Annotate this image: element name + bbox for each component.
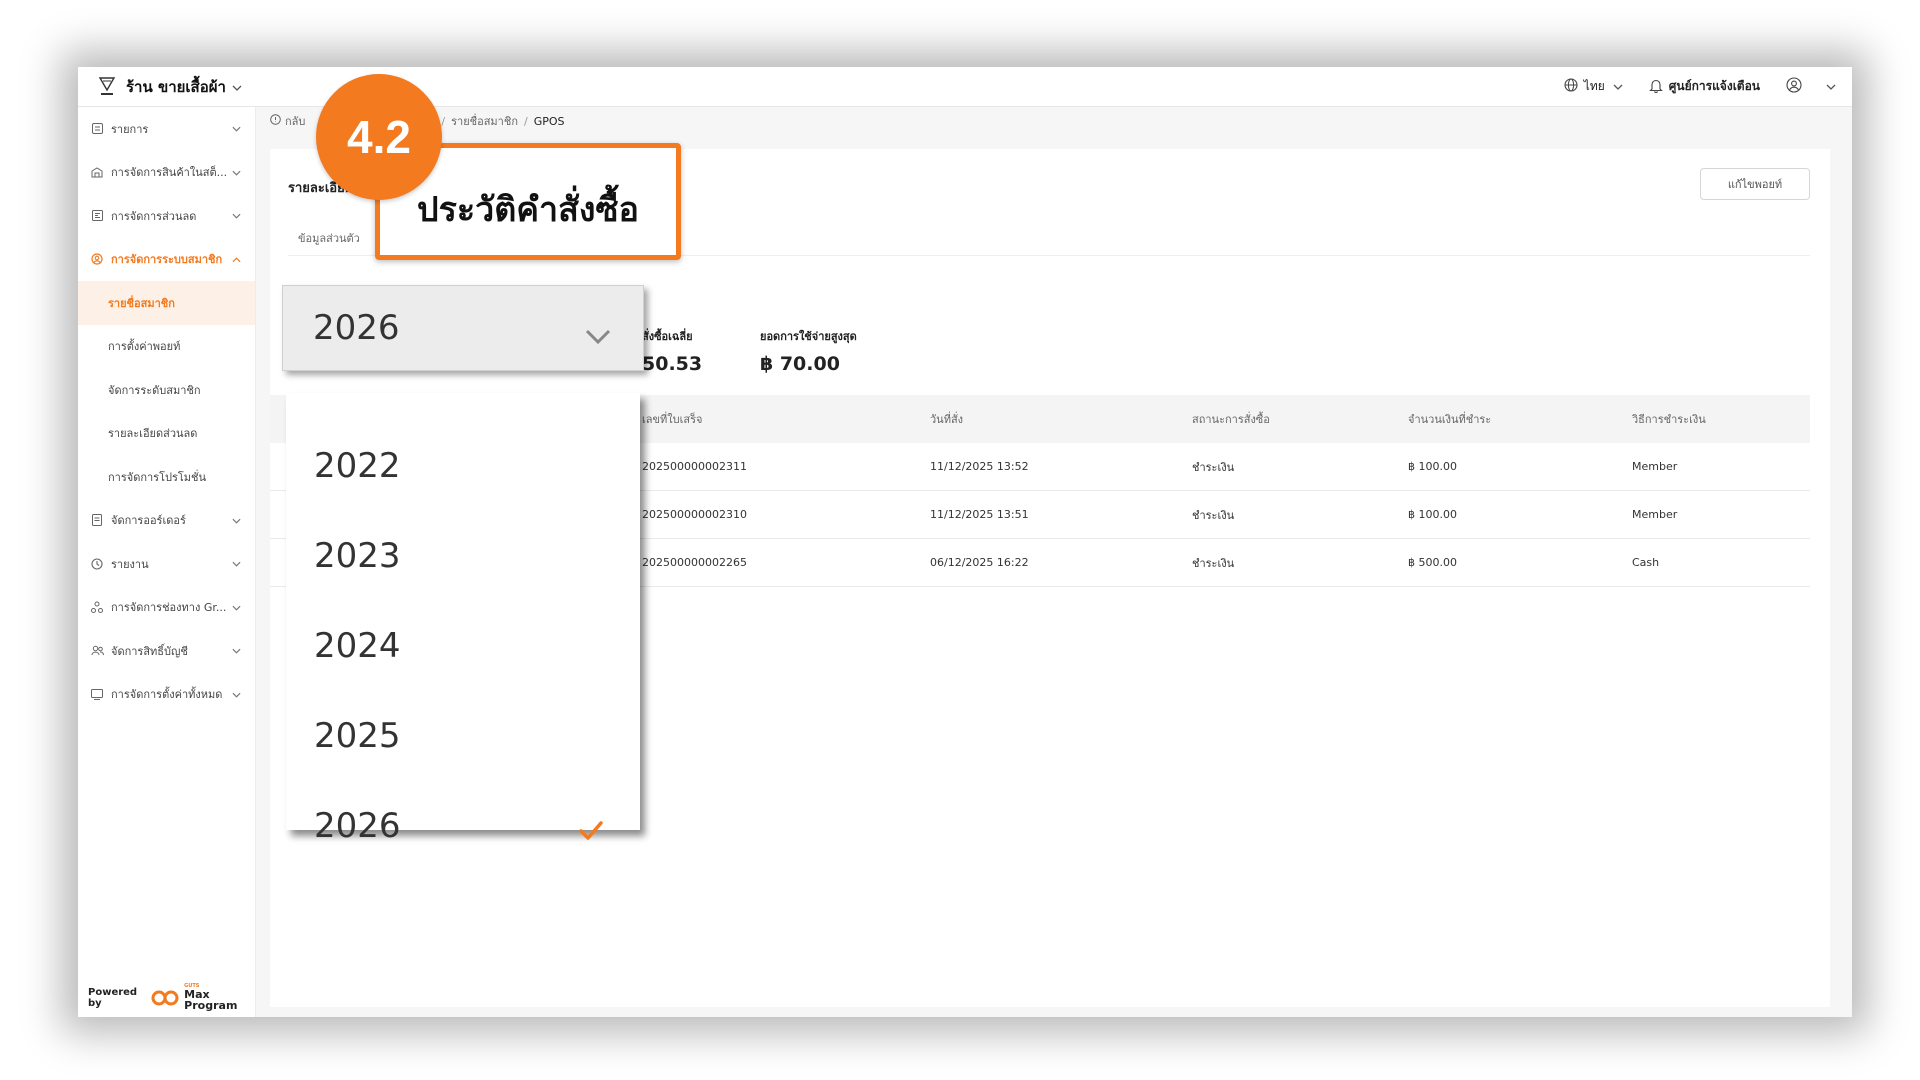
chevron-down-icon xyxy=(232,209,241,222)
store-name: ร้าน ขายเสื้อผ้า xyxy=(126,77,226,96)
back-circle-icon[interactable] xyxy=(270,114,281,128)
stat-average-order: สั่งซื้อเฉลี่ย 50.53 xyxy=(642,330,703,375)
powered-by: Powered by GUTS Max Program xyxy=(88,983,238,1012)
year-option[interactable]: 2025 xyxy=(286,691,640,781)
channel-icon xyxy=(90,601,104,614)
chevron-down-icon xyxy=(232,122,241,135)
year-option[interactable]: 2022 xyxy=(286,421,640,511)
users-icon xyxy=(90,645,104,656)
sidebar-item-discount[interactable]: การจัดการส่วนลด xyxy=(78,194,255,238)
sidebar-subitem-point-settings[interactable]: การตั้งค่าพอยท์ xyxy=(78,325,255,369)
globe-icon xyxy=(1564,78,1578,95)
member-icon xyxy=(90,253,104,265)
breadcrumb-member-list[interactable]: รายชื่อสมาชิก xyxy=(451,112,518,130)
chevron-down-icon xyxy=(1826,80,1836,93)
chevron-down-icon xyxy=(585,314,611,354)
chevron-down-icon xyxy=(232,514,241,527)
chevron-down-icon xyxy=(232,557,241,570)
bell-icon xyxy=(1648,78,1663,96)
year-select-value: 2026 xyxy=(313,308,400,348)
year-option-selected[interactable]: 2026 xyxy=(286,781,640,871)
sidebar: รายการ การจัดการสินค้าในสต็... การจัดการ… xyxy=(78,107,256,1017)
notification-center-button[interactable]: ศูนย์การแจ้งเตือน xyxy=(1648,77,1760,96)
language-selector[interactable]: ไทย xyxy=(1564,77,1623,96)
user-menu[interactable] xyxy=(1786,77,1836,96)
chevron-up-icon xyxy=(232,253,241,266)
store-switcher[interactable]: ร้าน ขายเสื้อผ้า xyxy=(96,75,242,99)
step-badge: 4.2 xyxy=(316,74,442,200)
warehouse-icon xyxy=(90,167,104,178)
sidebar-subitem-promotions[interactable]: การจัดการโปรโมชั่น xyxy=(78,455,255,499)
sidebar-subitem-member-list[interactable]: รายชื่อสมาชิก xyxy=(78,281,255,325)
chevron-down-icon xyxy=(1613,80,1623,93)
chevron-down-icon xyxy=(232,644,241,657)
back-link[interactable]: กลับ xyxy=(285,112,305,130)
store-logo-icon xyxy=(96,75,118,99)
sidebar-item-stock[interactable]: การจัดการสินค้าในสต็... xyxy=(78,151,255,195)
sidebar-subitem-member-levels[interactable]: จัดการระดับสมาชิก xyxy=(78,368,255,412)
chevron-down-icon xyxy=(232,688,241,701)
sidebar-item-channels[interactable]: การจัดการช่องทาง Gr... xyxy=(78,586,255,630)
chevron-down-icon xyxy=(232,166,241,179)
breadcrumb-current: GPOS xyxy=(533,114,565,128)
year-dropdown-menu: 2022 2023 2024 2025 2026 xyxy=(286,393,640,846)
tab-personal-info[interactable]: ข้อมูลส่วนตัว xyxy=(298,229,360,247)
sidebar-item-orders[interactable]: จัดการออร์เดอร์ xyxy=(78,499,255,543)
sidebar-item-membership[interactable]: การจัดการระบบสมาชิก xyxy=(78,238,255,282)
user-circle-icon xyxy=(1786,77,1802,96)
sidebar-item-reports[interactable]: รายงาน xyxy=(78,542,255,586)
year-option[interactable]: 2024 xyxy=(286,601,640,691)
sidebar-item-all-settings[interactable]: การจัดการตั้งค่าทั้งหมด xyxy=(78,673,255,717)
language-label: ไทย xyxy=(1583,79,1605,93)
sidebar-item-permissions[interactable]: จัดการสิทธิ์บัญชี xyxy=(78,629,255,673)
chevron-down-icon xyxy=(232,80,242,94)
edit-points-button[interactable]: แก้ไขพอยท์ xyxy=(1700,168,1810,200)
settings-icon xyxy=(90,688,104,700)
sidebar-item-list[interactable]: รายการ xyxy=(78,107,255,151)
check-icon xyxy=(578,811,604,851)
notification-center-label: ศูนย์การแจ้งเตือน xyxy=(1668,79,1760,93)
clock-icon xyxy=(90,558,104,570)
list-icon xyxy=(90,123,104,135)
sidebar-subitem-discount-details[interactable]: รายละเอียดส่วนลด xyxy=(78,412,255,456)
year-select[interactable]: 2026 xyxy=(282,285,644,371)
order-icon xyxy=(90,514,104,527)
max-program-logo-icon xyxy=(151,990,181,1006)
chevron-down-icon xyxy=(232,601,241,614)
year-option[interactable]: 2023 xyxy=(286,511,640,601)
stat-max-spending: ยอดการใช้จ่ายสูงสุด ฿ 70.00 xyxy=(760,330,857,375)
discount-icon xyxy=(90,210,104,222)
